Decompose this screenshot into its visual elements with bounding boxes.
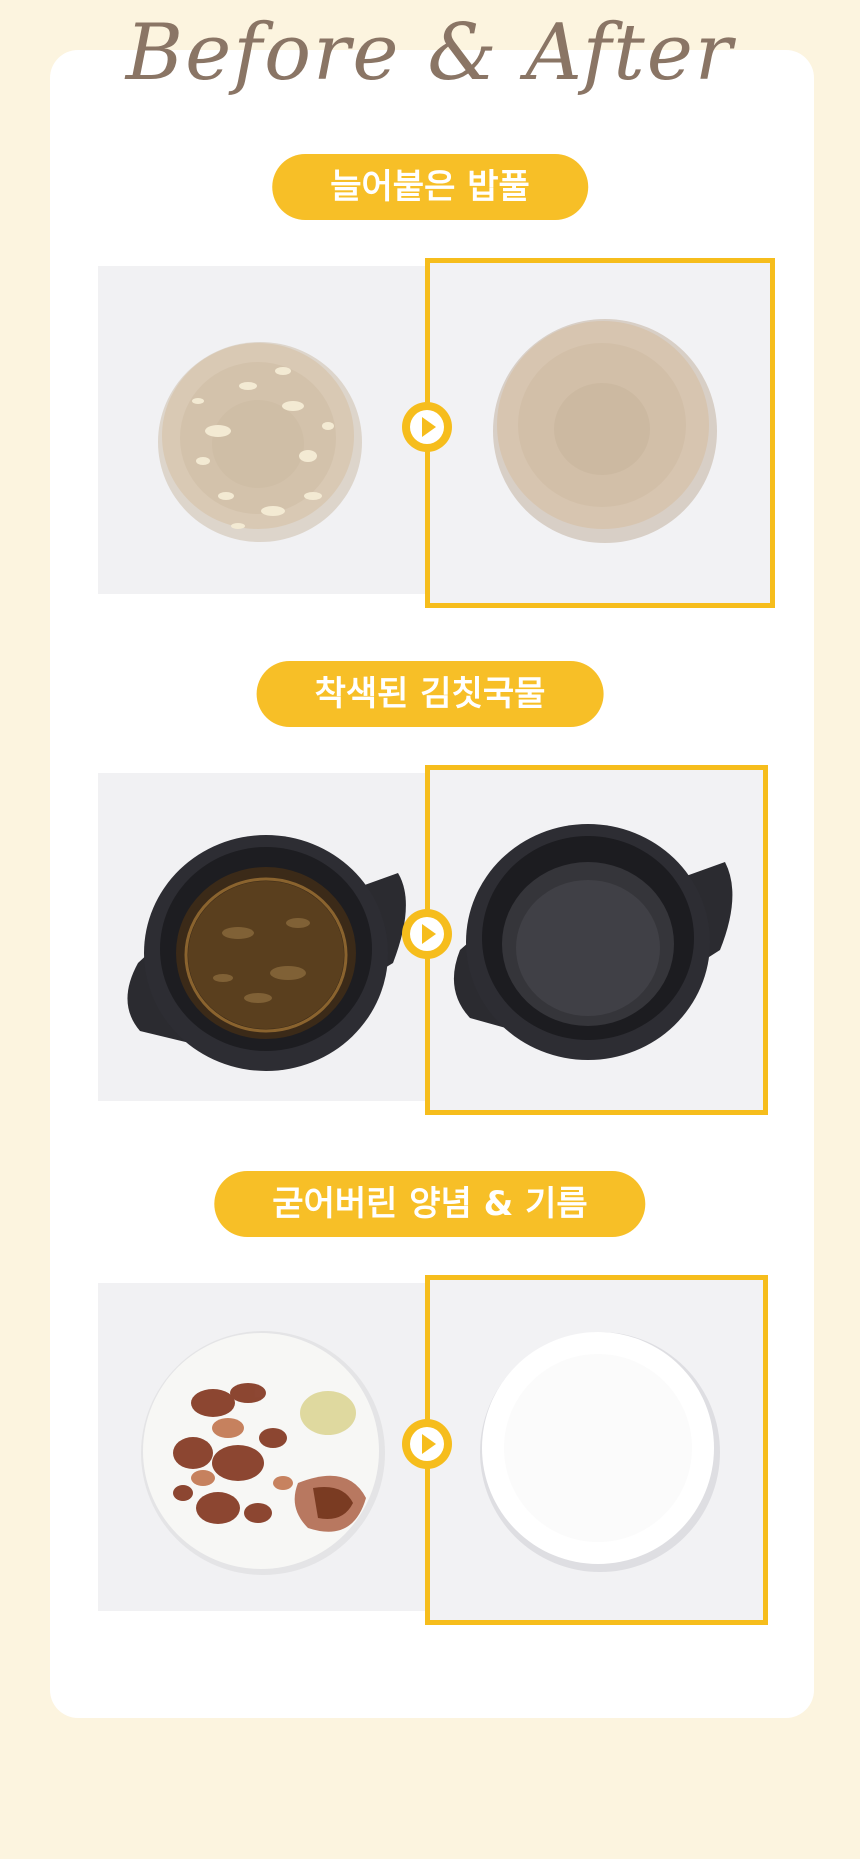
after-photo-plate xyxy=(425,1275,768,1625)
before-photo-bowl xyxy=(98,266,428,594)
play-arrow-icon xyxy=(402,1419,452,1469)
play-arrow-icon xyxy=(402,402,452,452)
after-photo-bowl xyxy=(425,258,775,608)
page-title: Before & After xyxy=(125,8,735,98)
dirty-plate-image xyxy=(141,1331,385,1575)
section-label: 늘어붙은 밥풀 xyxy=(272,154,588,220)
stained-pot-image xyxy=(127,835,406,1071)
section-label: 굳어버린 양념 & 기름 xyxy=(214,1171,646,1237)
after-photo-pot xyxy=(425,765,768,1115)
before-photo-plate xyxy=(98,1283,428,1611)
dirty-bowl-image xyxy=(158,342,362,542)
clean-pot-image xyxy=(453,824,733,1060)
play-arrow-icon xyxy=(402,909,452,959)
clean-plate-image xyxy=(480,1332,720,1572)
section-label: 착색된 김칫국물 xyxy=(256,661,604,727)
before-photo-pot xyxy=(98,773,428,1101)
clean-bowl-image xyxy=(493,319,717,543)
